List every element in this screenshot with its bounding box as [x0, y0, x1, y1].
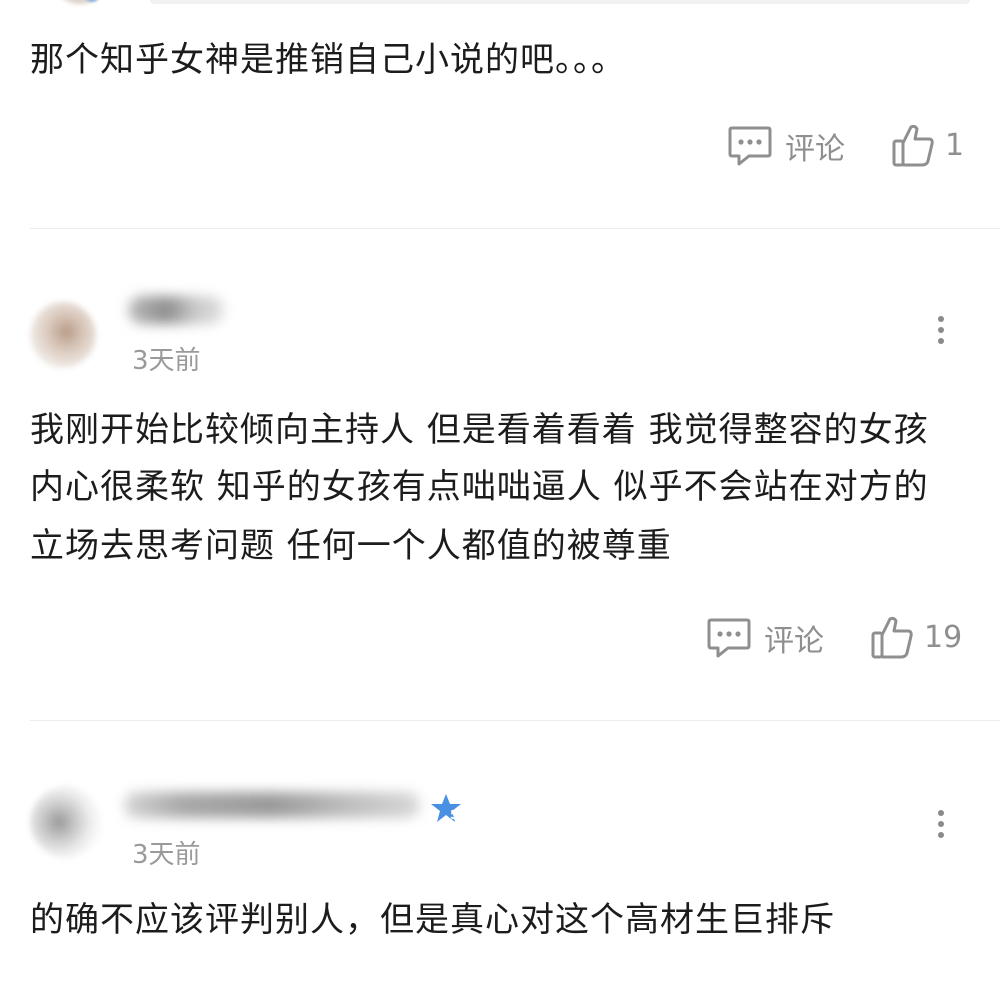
divider	[30, 720, 1000, 721]
thumbs-up-icon	[870, 614, 914, 660]
comment-text-line: 立场去思考问题 任何一个人都值的被尊重	[30, 526, 672, 566]
divider	[30, 228, 1000, 229]
comment-bubble-icon	[727, 124, 773, 168]
like-button[interactable]: 19	[870, 614, 962, 660]
comment-text-line: 内心很柔软 知乎的女孩有点咄咄逼人 似乎不会站在对方的	[30, 467, 929, 507]
comment-label: 评论	[764, 624, 824, 659]
comment-text-line: 我刚开始比较倾向主持人 但是看着看着 我觉得整容的女孩	[30, 410, 929, 450]
like-button[interactable]: 1	[891, 122, 964, 168]
avatar[interactable]	[50, 0, 110, 4]
comment-text: 那个知乎女神是推销自己小说的吧。。。	[30, 40, 626, 80]
more-vertical-icon[interactable]	[937, 810, 945, 843]
badge-level: 5	[450, 808, 459, 822]
username[interactable]	[124, 792, 420, 818]
more-vertical-icon[interactable]	[937, 316, 945, 349]
avatar[interactable]	[30, 302, 96, 368]
comment-bubble-icon	[706, 616, 752, 660]
timestamp: 3天前	[132, 346, 201, 376]
comment-button[interactable]: 评论	[727, 124, 845, 168]
star-badge-icon: 5	[430, 792, 462, 824]
username-bar	[150, 0, 970, 4]
comment-label: 评论	[785, 132, 845, 167]
comment-text: 的确不应该评判别人，但是真心对这个高材生巨排斥	[30, 900, 835, 940]
username[interactable]	[128, 296, 224, 324]
thumbs-up-icon	[891, 122, 935, 168]
comment-button[interactable]: 评论	[706, 616, 824, 660]
like-count: 19	[924, 619, 963, 655]
timestamp: 3天前	[132, 840, 201, 870]
avatar[interactable]	[30, 786, 102, 858]
like-count: 1	[945, 127, 965, 163]
